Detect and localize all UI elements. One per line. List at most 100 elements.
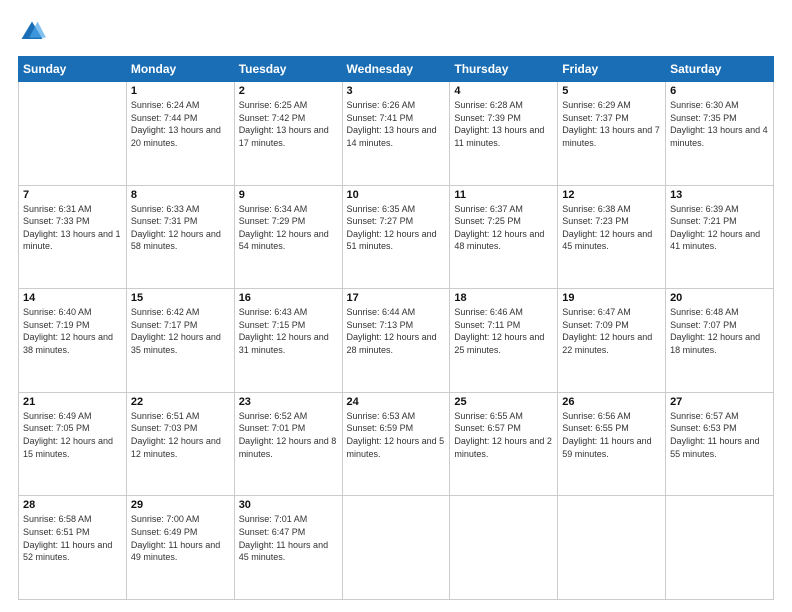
- calendar-cell: 29 Sunrise: 7:00 AMSunset: 6:49 PMDayligh…: [126, 496, 234, 600]
- day-info: Sunrise: 7:00 AMSunset: 6:49 PMDaylight:…: [131, 513, 230, 563]
- calendar-cell: 9 Sunrise: 6:34 AMSunset: 7:29 PMDaylight…: [234, 185, 342, 289]
- day-number: 4: [454, 85, 553, 97]
- calendar-cell: 14Sunrise: 6:40 AMSunset: 7:19 PMDayligh…: [19, 289, 127, 393]
- day-info: Sunrise: 6:51 AMSunset: 7:03 PMDaylight:…: [131, 410, 230, 460]
- weekday-header-saturday: Saturday: [666, 57, 774, 82]
- calendar-table: SundayMondayTuesdayWednesdayThursdayFrid…: [18, 56, 774, 600]
- day-info: Sunrise: 6:31 AMSunset: 7:33 PMDaylight:…: [23, 203, 122, 253]
- day-info: Sunrise: 6:47 AMSunset: 7:09 PMDaylight:…: [562, 306, 661, 356]
- day-info: Sunrise: 6:33 AMSunset: 7:31 PMDaylight:…: [131, 203, 230, 253]
- header: [18, 18, 774, 46]
- day-info: Sunrise: 6:25 AMSunset: 7:42 PMDaylight:…: [239, 99, 338, 149]
- calendar-body: 1Sunrise: 6:24 AMSunset: 7:44 PMDaylight…: [19, 82, 774, 600]
- calendar-cell: 23 Sunrise: 6:52 AMSunset: 7:01 PMDayligh…: [234, 392, 342, 496]
- weekday-header-monday: Monday: [126, 57, 234, 82]
- day-info: Sunrise: 6:49 AMSunset: 7:05 PMDaylight:…: [23, 410, 122, 460]
- day-info: Sunrise: 6:42 AMSunset: 7:17 PMDaylight:…: [131, 306, 230, 356]
- calendar-cell: 4 Sunrise: 6:28 AMSunset: 7:39 PMDaylight…: [450, 82, 558, 186]
- day-info: Sunrise: 6:43 AMSunset: 7:15 PMDaylight:…: [239, 306, 338, 356]
- logo-icon: [18, 18, 46, 46]
- day-number: 18: [454, 292, 553, 304]
- calendar-cell: 11 Sunrise: 6:37 AMSunset: 7:25 PMDayligh…: [450, 185, 558, 289]
- day-number: 16: [239, 292, 338, 304]
- day-number: 7: [23, 189, 122, 201]
- calendar-week-row: 7 Sunrise: 6:31 AMSunset: 7:33 PMDaylight…: [19, 185, 774, 289]
- calendar-cell: 21 Sunrise: 6:49 AMSunset: 7:05 PMDayligh…: [19, 392, 127, 496]
- calendar-cell: 19 Sunrise: 6:47 AMSunset: 7:09 PMDayligh…: [558, 289, 666, 393]
- calendar-cell: 24 Sunrise: 6:53 AMSunset: 6:59 PMDayligh…: [342, 392, 450, 496]
- weekday-header-friday: Friday: [558, 57, 666, 82]
- page: SundayMondayTuesdayWednesdayThursdayFrid…: [0, 0, 792, 612]
- day-number: 25: [454, 396, 553, 408]
- calendar-cell: [558, 496, 666, 600]
- weekday-header-wednesday: Wednesday: [342, 57, 450, 82]
- calendar-week-row: 28 Sunrise: 6:58 AMSunset: 6:51 PMDayligh…: [19, 496, 774, 600]
- day-number: 19: [562, 292, 661, 304]
- calendar-cell: [342, 496, 450, 600]
- day-number: 24: [347, 396, 446, 408]
- calendar-cell: 6 Sunrise: 6:30 AMSunset: 7:35 PMDaylight…: [666, 82, 774, 186]
- day-number: 17: [347, 292, 446, 304]
- day-number: 10: [347, 189, 446, 201]
- day-number: 6: [670, 85, 769, 97]
- logo: [18, 18, 50, 46]
- calendar-cell: [19, 82, 127, 186]
- day-number: 22: [131, 396, 230, 408]
- day-number: 11: [454, 189, 553, 201]
- day-info: Sunrise: 6:38 AMSunset: 7:23 PMDaylight:…: [562, 203, 661, 253]
- calendar-cell: 16 Sunrise: 6:43 AMSunset: 7:15 PMDayligh…: [234, 289, 342, 393]
- calendar-cell: 7 Sunrise: 6:31 AMSunset: 7:33 PMDaylight…: [19, 185, 127, 289]
- day-info: Sunrise: 6:37 AMSunset: 7:25 PMDaylight:…: [454, 203, 553, 253]
- day-info: Sunrise: 6:55 AMSunset: 6:57 PMDaylight:…: [454, 410, 553, 460]
- day-info: Sunrise: 7:01 AMSunset: 6:47 PMDaylight:…: [239, 513, 338, 563]
- day-info: Sunrise: 6:28 AMSunset: 7:39 PMDaylight:…: [454, 99, 553, 149]
- day-number: 29: [131, 499, 230, 511]
- day-number: 9: [239, 189, 338, 201]
- day-number: 21: [23, 396, 122, 408]
- calendar-cell: 28 Sunrise: 6:58 AMSunset: 6:51 PMDayligh…: [19, 496, 127, 600]
- day-info: Sunrise: 6:58 AMSunset: 6:51 PMDaylight:…: [23, 513, 122, 563]
- calendar-cell: 26Sunrise: 6:56 AMSunset: 6:55 PMDayligh…: [558, 392, 666, 496]
- calendar-header: SundayMondayTuesdayWednesdayThursdayFrid…: [19, 57, 774, 82]
- day-number: 23: [239, 396, 338, 408]
- day-info: Sunrise: 6:57 AMSunset: 6:53 PMDaylight:…: [670, 410, 769, 460]
- day-info: Sunrise: 6:30 AMSunset: 7:35 PMDaylight:…: [670, 99, 769, 149]
- day-info: Sunrise: 6:34 AMSunset: 7:29 PMDaylight:…: [239, 203, 338, 253]
- calendar-week-row: 1Sunrise: 6:24 AMSunset: 7:44 PMDaylight…: [19, 82, 774, 186]
- calendar-cell: 22 Sunrise: 6:51 AMSunset: 7:03 PMDayligh…: [126, 392, 234, 496]
- day-info: Sunrise: 6:56 AMSunset: 6:55 PMDaylight:…: [562, 410, 661, 460]
- day-number: 8: [131, 189, 230, 201]
- day-info: Sunrise: 6:52 AMSunset: 7:01 PMDaylight:…: [239, 410, 338, 460]
- calendar-week-row: 21 Sunrise: 6:49 AMSunset: 7:05 PMDayligh…: [19, 392, 774, 496]
- calendar-cell: 20Sunrise: 6:48 AMSunset: 7:07 PMDayligh…: [666, 289, 774, 393]
- day-number: 3: [347, 85, 446, 97]
- calendar-cell: 12Sunrise: 6:38 AMSunset: 7:23 PMDayligh…: [558, 185, 666, 289]
- calendar-cell: 18 Sunrise: 6:46 AMSunset: 7:11 PMDayligh…: [450, 289, 558, 393]
- day-info: Sunrise: 6:40 AMSunset: 7:19 PMDaylight:…: [23, 306, 122, 356]
- calendar-cell: [450, 496, 558, 600]
- day-info: Sunrise: 6:44 AMSunset: 7:13 PMDaylight:…: [347, 306, 446, 356]
- weekday-header-sunday: Sunday: [19, 57, 127, 82]
- calendar-cell: 2 Sunrise: 6:25 AMSunset: 7:42 PMDaylight…: [234, 82, 342, 186]
- calendar-cell: 8 Sunrise: 6:33 AMSunset: 7:31 PMDaylight…: [126, 185, 234, 289]
- day-info: Sunrise: 6:46 AMSunset: 7:11 PMDaylight:…: [454, 306, 553, 356]
- day-info: Sunrise: 6:29 AMSunset: 7:37 PMDaylight:…: [562, 99, 661, 149]
- calendar-cell: 17 Sunrise: 6:44 AMSunset: 7:13 PMDayligh…: [342, 289, 450, 393]
- calendar-cell: 5 Sunrise: 6:29 AMSunset: 7:37 PMDaylight…: [558, 82, 666, 186]
- weekday-header-thursday: Thursday: [450, 57, 558, 82]
- day-number: 5: [562, 85, 661, 97]
- day-number: 30: [239, 499, 338, 511]
- day-number: 15: [131, 292, 230, 304]
- calendar-cell: 27 Sunrise: 6:57 AMSunset: 6:53 PMDayligh…: [666, 392, 774, 496]
- day-info: Sunrise: 6:53 AMSunset: 6:59 PMDaylight:…: [347, 410, 446, 460]
- day-info: Sunrise: 6:39 AMSunset: 7:21 PMDaylight:…: [670, 203, 769, 253]
- day-info: Sunrise: 6:48 AMSunset: 7:07 PMDaylight:…: [670, 306, 769, 356]
- day-info: Sunrise: 6:26 AMSunset: 7:41 PMDaylight:…: [347, 99, 446, 149]
- day-number: 2: [239, 85, 338, 97]
- day-number: 28: [23, 499, 122, 511]
- weekday-header-row: SundayMondayTuesdayWednesdayThursdayFrid…: [19, 57, 774, 82]
- calendar-cell: [666, 496, 774, 600]
- calendar-cell: 13Sunrise: 6:39 AMSunset: 7:21 PMDayligh…: [666, 185, 774, 289]
- day-info: Sunrise: 6:24 AMSunset: 7:44 PMDaylight:…: [131, 99, 230, 149]
- day-number: 27: [670, 396, 769, 408]
